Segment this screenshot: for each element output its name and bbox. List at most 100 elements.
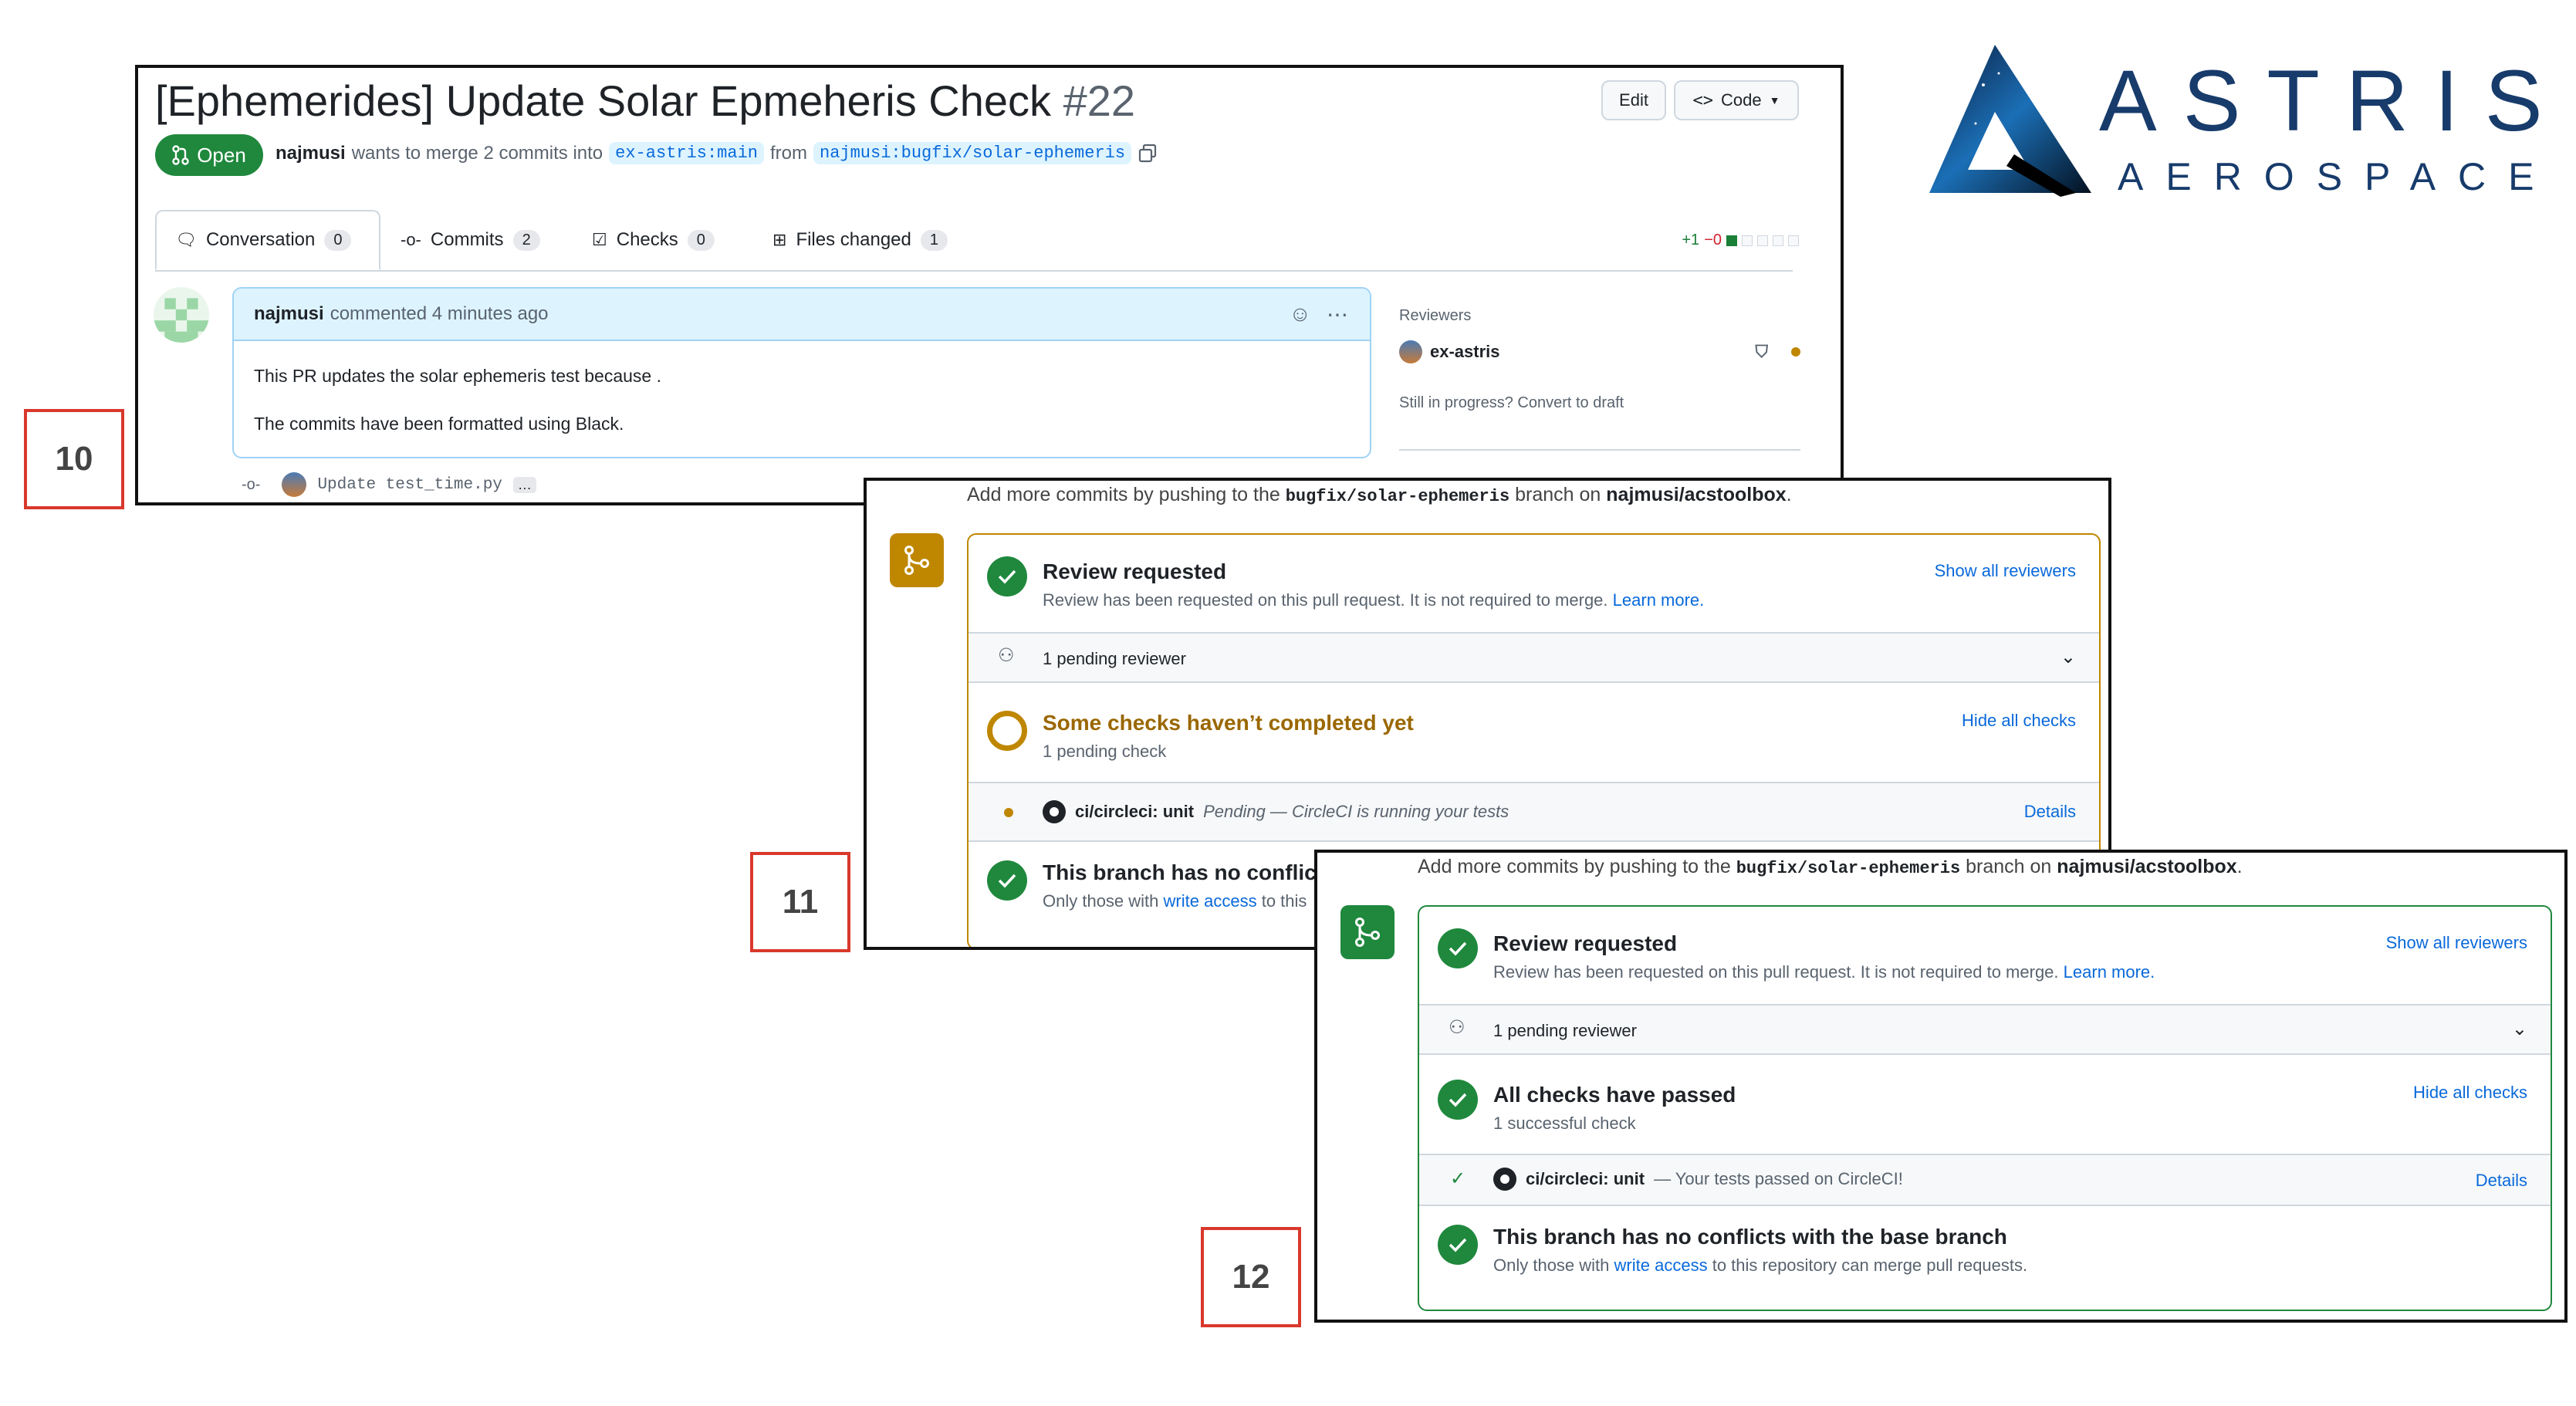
page-title: [Ephemerides] Update Solar Epmeheris Che… (155, 76, 1135, 126)
commit-icon: -o- (401, 230, 421, 249)
step-label-10: 10 (24, 409, 124, 509)
write-access-link[interactable]: write access (1164, 891, 1257, 911)
pending-reviewer-row[interactable]: ⚇ 1 pending reviewer ⌄ (1419, 1005, 2551, 1055)
pull-request-icon (172, 145, 189, 165)
tab-checks[interactable]: ☑ Checks 0 (592, 210, 715, 270)
from-text: from (770, 142, 807, 164)
note-text: . (1786, 484, 1792, 505)
check-name: ci/circleci: unit (1526, 1169, 1645, 1188)
reviewers-heading[interactable]: Reviewers (1399, 307, 1800, 325)
write-access-link[interactable]: write access (1614, 1256, 1708, 1275)
hide-all-checks-link[interactable]: Hide all checks (1962, 711, 2076, 731)
commit-message-link[interactable]: Update test_time.py (317, 476, 502, 494)
check-circle-icon (1438, 1225, 1478, 1265)
code-label: Code (1721, 90, 1762, 110)
shield-icon: ⛉ (1755, 342, 1768, 361)
check-run: ci/circleci: unit — Your tests passed on… (1493, 1168, 1903, 1191)
conflicts-title: This branch has no conflicts with the ba… (1493, 1225, 2007, 1249)
reviewer-name[interactable]: ex-astris (1430, 342, 1500, 362)
comment-paragraph: This PR updates the solar ephemeris test… (254, 366, 662, 386)
tab-label: Commits (430, 229, 504, 250)
pending-reviewer-row[interactable]: ⚇ 1 pending reviewer ⌄ (969, 634, 2099, 683)
tab-commits[interactable]: -o- Commits 2 (401, 210, 540, 270)
circleci-icon (1043, 800, 1066, 823)
smiley-icon[interactable]: ☺ (1289, 302, 1311, 326)
checks-sub: 1 pending check (1043, 742, 1167, 761)
review-requested-row: Review requested Review has been request… (1419, 907, 2551, 1005)
note-text: branch on (1966, 856, 2052, 877)
pr-meta: najmusi wants to merge 2 commits into ex… (276, 142, 1158, 164)
head-branch[interactable]: najmusi:bugfix/solar-ephemeris (813, 142, 1132, 164)
comment-author[interactable]: najmusi (254, 303, 324, 325)
convert-to-draft-link[interactable]: Still in progress? Convert to draft (1399, 394, 1800, 412)
base-branch[interactable]: ex-astris:main (609, 142, 764, 164)
conflicts-sub: Only those with write access to this rep… (1493, 1256, 2027, 1276)
commit-author-avatar[interactable] (282, 472, 307, 497)
avatar[interactable] (154, 287, 209, 343)
note-repo: najmusi/acstoolbox (2057, 856, 2237, 877)
diffstat-block (1773, 235, 1783, 246)
code-button[interactable]: <> Code ▼ (1674, 80, 1799, 120)
tab-count: 1 (920, 229, 948, 251)
additions-count: +1 (1682, 232, 1700, 248)
tab-count: 0 (687, 229, 715, 251)
check-circle-icon (987, 860, 1027, 901)
review-sub-text: Review has been requested on this pull r… (1043, 590, 1608, 610)
diffstat-block (1788, 235, 1799, 246)
details-link[interactable]: Details (2476, 1171, 2527, 1191)
checks-summary-row: All checks have passed 1 successful chec… (1419, 1055, 2551, 1155)
tab-conversation[interactable]: 🗨 Conversation 0 (155, 210, 380, 270)
merge-badge (890, 533, 944, 587)
conflicts-title: This branch has no conflicts (1043, 860, 1336, 884)
tab-count: 0 (324, 229, 352, 251)
tab-label: Files changed (796, 229, 911, 250)
conflicts-sub-text: to this (1261, 891, 1307, 911)
push-commits-note: Add more commits by pushing to the bugfi… (967, 484, 1792, 506)
reviewer-avatar[interactable] (1399, 340, 1422, 363)
diffstat: +1 −0 (1682, 232, 1799, 249)
checks-sub: 1 successful check (1493, 1114, 1636, 1133)
copy-icon[interactable] (1138, 144, 1158, 164)
show-all-reviewers-link[interactable]: Show all reviewers (1935, 561, 2076, 581)
merge-box-passed-panel: Add more commits by pushing to the bugfi… (1314, 850, 2568, 1323)
hide-all-checks-link[interactable]: Hide all checks (2413, 1083, 2527, 1103)
conflicts-row: This branch has no conflicts with the ba… (1419, 1206, 2551, 1310)
sidebar-divider (1399, 449, 1800, 451)
conflicts-sub-text: to this repository can merge pull reques… (1712, 1256, 2028, 1275)
check-status: — Your tests passed on CircleCI! (1654, 1169, 1903, 1188)
tab-label: Conversation (205, 229, 316, 250)
comment-header: najmusi commented 4 minutes ago ☺ ⋯ (234, 289, 1370, 341)
tab-files-changed[interactable]: ⊞ Files changed 1 (772, 210, 948, 270)
note-text: . (2236, 856, 2243, 877)
merge-badge (1340, 905, 1394, 959)
learn-more-link[interactable]: Learn more. (1613, 590, 1705, 610)
comment-discussion-icon: 🗨 (175, 230, 197, 249)
astris-aerospace-logo: ASTRIS AEROSPACE (1922, 39, 2543, 208)
identicon-icon (154, 287, 209, 343)
author-link[interactable]: najmusi (276, 143, 346, 164)
chevron-down-icon[interactable]: ⌄ (2060, 646, 2076, 668)
review-requested-sub: Review has been requested on this pull r… (1043, 590, 1704, 610)
git-merge-icon (904, 546, 929, 575)
show-all-reviewers-link[interactable]: Show all reviewers (2386, 933, 2527, 953)
commit-expand-button[interactable]: … (512, 476, 536, 493)
comment-timestamp[interactable]: commented 4 minutes ago (330, 303, 549, 325)
kebab-horizontal-icon[interactable]: ⋯ (1327, 302, 1348, 327)
logo-triangle-icon (1929, 45, 2091, 197)
step-label-11: 11 (750, 852, 850, 952)
diffstat-block (1757, 235, 1768, 246)
checklist-icon: ☑ (592, 230, 607, 249)
diffstat-block (1726, 235, 1737, 246)
check-status: Pending — CircleCI is running your tests (1203, 802, 1509, 821)
check-name: ci/circleci: unit (1075, 802, 1195, 821)
git-merge-icon (1355, 918, 1380, 947)
details-link[interactable]: Details (2024, 802, 2076, 822)
chevron-down-icon[interactable]: ⌄ (2512, 1018, 2527, 1040)
pr-number: #22 (1063, 76, 1136, 125)
note-branch: bugfix/solar-ephemeris (1736, 859, 1961, 878)
edit-button[interactable]: Edit (1601, 80, 1666, 120)
pr-tabs: 🗨 Conversation 0 -o- Commits 2 ☑ Checks … (155, 210, 1793, 272)
pr-header-panel: [Ephemerides] Update Solar Epmeheris Che… (135, 65, 1844, 505)
learn-more-link[interactable]: Learn more. (2064, 962, 2155, 982)
checks-summary-row: Some checks haven’t completed yet 1 pend… (969, 683, 2099, 783)
